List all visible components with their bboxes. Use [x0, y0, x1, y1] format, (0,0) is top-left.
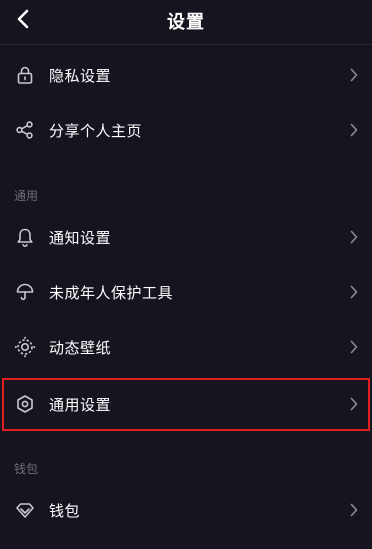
chevron-right-icon	[348, 230, 360, 244]
row-label: 未成年人保护工具	[49, 283, 174, 302]
umbrella-icon	[14, 281, 36, 303]
section-title-wallet: 钱包	[14, 462, 39, 476]
dynamic-wallpaper-row[interactable]: 动态壁纸	[0, 319, 372, 375]
row-label: 分享个人主页	[49, 121, 143, 140]
minor-protection-row[interactable]: 未成年人保护工具	[0, 264, 372, 320]
wallpaper-icon	[14, 336, 36, 358]
privacy-settings-row[interactable]: 隐私设置	[0, 47, 372, 103]
page-title: 设置	[167, 12, 205, 33]
chevron-right-icon	[348, 397, 360, 411]
general-settings-row[interactable]: 通用设置	[0, 376, 372, 432]
diamond-icon	[14, 499, 36, 521]
hexagon-settings-icon	[14, 393, 36, 415]
settings-screen: 设置 隐私设置 分享个人主页 通用 通知设置 未成年人保护工具 动态壁纸 通用设…	[0, 0, 372, 549]
share-profile-row[interactable]: 分享个人主页	[0, 102, 372, 158]
chevron-right-icon	[348, 340, 360, 354]
chevron-right-icon	[348, 123, 360, 137]
bell-icon	[14, 226, 36, 248]
row-label: 通用设置	[49, 395, 112, 414]
section-title-general: 通用	[14, 189, 39, 203]
notification-settings-row[interactable]: 通知设置	[0, 209, 372, 265]
row-label: 动态壁纸	[49, 338, 112, 357]
row-label: 钱包	[49, 501, 81, 520]
chevron-right-icon	[348, 503, 360, 517]
lock-icon	[14, 64, 36, 86]
header: 设置	[0, 0, 372, 38]
row-label: 通知设置	[49, 228, 112, 247]
chevron-right-icon	[348, 68, 360, 82]
wallet-row[interactable]: 钱包	[0, 482, 372, 538]
share-icon	[14, 119, 36, 141]
header-divider	[0, 44, 372, 45]
chevron-right-icon	[348, 285, 360, 299]
row-label: 隐私设置	[49, 66, 112, 85]
